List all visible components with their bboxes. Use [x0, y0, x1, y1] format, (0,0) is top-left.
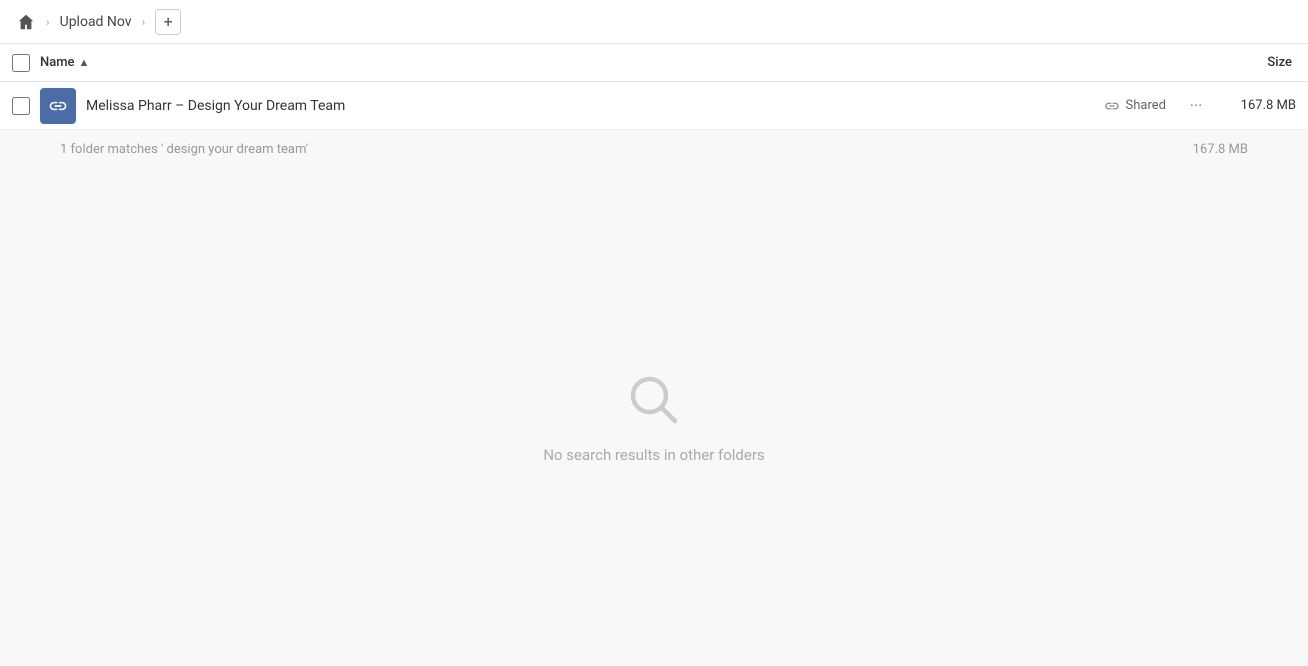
table-header: Name ▲ Size: [0, 44, 1308, 82]
breadcrumb-chevron-2: ›: [142, 15, 146, 29]
match-text: 1 folder matches ' design your dream tea…: [60, 142, 308, 157]
shared-label: Shared: [1126, 98, 1166, 113]
name-column-header[interactable]: Name ▲: [40, 55, 1267, 70]
home-button[interactable]: [12, 8, 40, 36]
shared-indicator: Shared: [1104, 98, 1166, 114]
empty-state: No search results in other folders: [0, 168, 1308, 666]
select-all-checkbox[interactable]: [12, 54, 30, 72]
size-column-header: Size: [1267, 55, 1292, 70]
file-icon: [40, 88, 76, 124]
breadcrumb-chevron-1: ›: [46, 15, 50, 29]
no-results-text: No search results in other folders: [543, 446, 764, 464]
row-checkbox[interactable]: [12, 97, 30, 115]
ellipsis-icon: ···: [1190, 96, 1203, 115]
content-area: Name ▲ Size Melissa Pharr – Design Your …: [0, 44, 1308, 666]
file-size: 167.8 MB: [1226, 98, 1296, 113]
match-info-bar: 1 folder matches ' design your dream tea…: [0, 130, 1308, 168]
breadcrumb-upload-nov[interactable]: Upload Nov: [56, 12, 136, 32]
name-label: Name: [40, 55, 75, 70]
table-row[interactable]: Melissa Pharr – Design Your Dream Team S…: [0, 82, 1308, 130]
more-options-button[interactable]: ···: [1182, 92, 1210, 120]
no-results-icon: [624, 370, 684, 430]
link-icon: [1104, 98, 1120, 114]
add-button[interactable]: +: [155, 9, 181, 35]
breadcrumb-bar: › Upload Nov › +: [0, 0, 1308, 44]
file-name: Melissa Pharr – Design Your Dream Team: [86, 98, 1104, 114]
sort-indicator: ▲: [79, 56, 90, 69]
match-size: 167.8 MB: [1193, 142, 1248, 157]
